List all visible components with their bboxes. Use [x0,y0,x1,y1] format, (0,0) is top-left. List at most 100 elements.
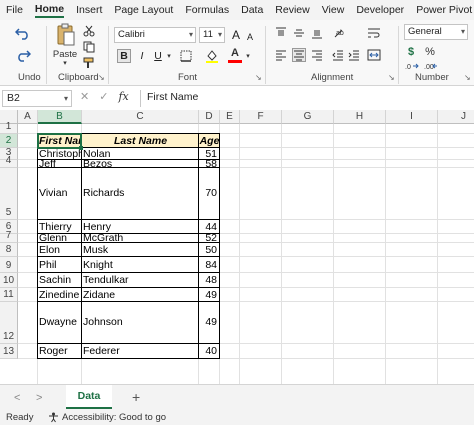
row-header-2[interactable]: 2 [0,134,18,148]
accessibility-icon[interactable] [48,412,60,423]
paste-icon[interactable] [54,22,78,48]
copy-icon[interactable] [82,40,96,54]
confirm-entry-icon[interactable]: ✓ [99,90,108,103]
cell-first-name[interactable]: Elon [39,243,82,257]
tab-scroll-left-icon[interactable]: < [14,392,20,404]
merge-center-icon[interactable] [366,48,382,62]
align-middle-icon[interactable] [292,26,306,40]
cell-last-name[interactable]: Musk [83,243,198,257]
menu-insert[interactable]: Insert [76,4,102,16]
cell-age[interactable]: 48 [199,273,220,288]
menu-data[interactable]: Data [241,4,263,16]
column-header-g[interactable]: G [282,110,334,124]
add-sheet-button[interactable]: + [132,389,140,405]
align-left-icon[interactable] [274,48,288,62]
column-header-c[interactable]: C [82,110,199,124]
cell-first-name[interactable]: Thierry [39,220,82,234]
row-header-8[interactable]: 8 [0,243,18,257]
cell-last-name[interactable]: Knight [83,257,198,273]
row-header-5[interactable]: 5 [0,168,18,220]
menu-view[interactable]: View [322,4,345,16]
menu-review[interactable]: Review [275,4,309,16]
alignment-launcher-icon[interactable]: ↘ [388,73,395,82]
cell-age[interactable]: 50 [199,243,220,257]
row-header-11[interactable]: 11 [0,288,18,302]
font-color-dropdown-icon[interactable]: ▾ [244,50,252,62]
cell-first-name[interactable]: Sachin [39,273,82,288]
row-header-1[interactable]: 1 [0,121,18,134]
insert-function-icon[interactable]: fx [118,90,128,103]
fill-color-icon[interactable] [204,48,220,64]
menu-developer[interactable]: Developer [356,4,404,16]
cell-age[interactable]: 44 [199,220,220,234]
increase-decimal-icon[interactable]: .0 [404,60,420,72]
cell-age[interactable]: 84 [199,257,220,273]
column-header-b[interactable]: B [38,110,82,124]
increase-indent-icon[interactable] [347,48,361,62]
row-header-13[interactable]: 13 [0,344,18,359]
align-center-icon[interactable] [292,48,306,62]
menu-page-layout[interactable]: Page Layout [114,4,173,16]
font-name-select[interactable]: Calibri ▾ [114,27,196,43]
clipboard-launcher-icon[interactable]: ↘ [98,73,105,82]
align-top-icon[interactable] [274,26,288,40]
accessibility-status[interactable]: Accessibility: Good to go [62,410,166,425]
underline-button[interactable]: U [151,49,165,63]
cell-age[interactable]: 49 [199,302,220,344]
orientation-icon[interactable]: ab [331,26,349,40]
worksheet-grid[interactable]: ABCDEFGHIJ12345678910111213First NameLas… [0,110,474,384]
shrink-font-button[interactable]: A [243,30,257,44]
underline-dropdown-icon[interactable]: ▾ [165,50,173,62]
cell-age[interactable]: 70 [199,168,220,220]
redo-icon[interactable] [12,46,34,64]
menu-file[interactable]: File [6,4,23,16]
cell-first-name[interactable]: Vivian [39,168,82,220]
font-launcher-icon[interactable]: ↘ [255,73,262,82]
row-header-4[interactable]: 4 [0,155,18,168]
format-painter-icon[interactable] [82,56,96,70]
column-header-i[interactable]: I [386,110,438,124]
cell-first-name[interactable]: Roger [39,344,82,359]
number-launcher-icon[interactable]: ↘ [464,73,471,82]
bold-button[interactable]: B [117,49,131,63]
decrease-decimal-icon[interactable]: .00 [423,60,439,72]
wrap-text-icon[interactable] [366,26,382,40]
menu-formulas[interactable]: Formulas [185,4,229,16]
tab-scroll-right-icon[interactable]: > [36,392,42,404]
cell-last-name[interactable]: Federer [83,344,198,359]
font-size-select[interactable]: 11 ▾ [199,27,225,43]
number-format-select[interactable]: General ▾ [404,24,468,40]
cell-last-name[interactable]: Richards [83,168,198,220]
align-right-icon[interactable] [310,48,324,62]
cell-age[interactable]: 49 [199,288,220,302]
column-header-a[interactable]: A [18,110,38,124]
borders-icon[interactable] [178,49,194,63]
row-header-12[interactable]: 12 [0,302,18,344]
decrease-indent-icon[interactable] [331,48,345,62]
row-header-7[interactable]: 7 [0,230,18,243]
cell-last-name[interactable]: Zidane [83,288,198,302]
menu-home[interactable]: Home [34,3,65,18]
column-header-h[interactable]: H [334,110,386,124]
accounting-format-icon[interactable]: $ [404,45,418,59]
column-header-e[interactable]: E [220,110,240,124]
cancel-entry-icon[interactable]: ✕ [80,90,89,103]
percent-style-icon[interactable]: % [423,45,437,59]
name-box[interactable]: B2 ▾ [2,90,72,107]
font-color-icon[interactable]: A [227,47,243,64]
cell-first-name[interactable]: Phil [39,257,82,273]
italic-button[interactable]: I [135,49,149,63]
column-header-d[interactable]: D [199,110,220,124]
cell-first-name[interactable]: Dwayne [39,302,82,344]
cell-age[interactable]: 40 [199,344,220,359]
header-last-name[interactable]: Last Name [82,134,199,148]
formula-input[interactable]: First Name [140,90,472,107]
column-header-f[interactable]: F [240,110,282,124]
undo-icon[interactable] [12,24,34,42]
row-header-9[interactable]: 9 [0,257,18,273]
column-header-j[interactable]: J [438,110,474,124]
cell-last-name[interactable]: Henry [83,220,198,234]
cut-icon[interactable] [82,24,96,38]
row-header-10[interactable]: 10 [0,273,18,288]
cell-first-name[interactable]: Zinedine [39,288,82,302]
